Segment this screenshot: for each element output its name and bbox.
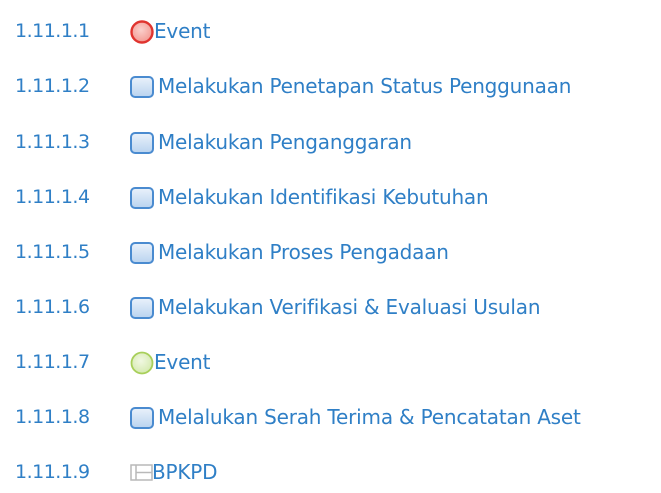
list-item[interactable]: 1.11.1.7 Event (0, 343, 661, 383)
item-label: Melakukan Verifikasi & Evaluasi Usulan (158, 295, 541, 319)
list-item[interactable]: 1.11.1.8 Melalukan Serah Terima & Pencat… (0, 398, 661, 438)
item-number: 1.11.1.3 (15, 131, 90, 153)
list-item[interactable]: 1.11.1.3 Melakukan Penganggaran (0, 123, 661, 163)
outline-list: 1.11.1.1 Event 1.11.1.2 Melakukan Peneta… (0, 0, 661, 487)
item-number: 1.11.1.4 (15, 186, 90, 208)
item-number: 1.11.1.7 (15, 351, 90, 373)
end-event-icon (129, 350, 155, 376)
item-label: Melalukan Serah Terima & Pencatatan Aset (158, 405, 581, 429)
item-label: Melakukan Proses Pengadaan (158, 240, 449, 264)
item-label: Event (154, 350, 211, 374)
task-icon (129, 130, 155, 156)
item-label: Event (154, 19, 211, 43)
list-item[interactable]: 1.11.1.5 Melakukan Proses Pengadaan (0, 233, 661, 273)
item-number: 1.11.1.5 (15, 241, 90, 263)
list-item[interactable]: 1.11.1.9 BPKPD (0, 453, 661, 493)
item-number: 1.11.1.9 (15, 461, 90, 483)
list-item[interactable]: 1.11.1.1 Event (0, 12, 661, 52)
list-item[interactable]: 1.11.1.2 Melakukan Penetapan Status Peng… (0, 67, 661, 107)
task-icon (129, 240, 155, 266)
start-event-icon (129, 19, 155, 45)
item-label: Melakukan Penganggaran (158, 130, 412, 154)
task-icon (129, 295, 155, 321)
list-item[interactable]: 1.11.1.4 Melakukan Identifikasi Kebutuha… (0, 178, 661, 218)
item-label: Melakukan Identifikasi Kebutuhan (158, 185, 489, 209)
list-item[interactable]: 1.11.1.6 Melakukan Verifikasi & Evaluasi… (0, 288, 661, 328)
item-label: Melakukan Penetapan Status Penggunaan (158, 74, 572, 98)
task-icon (129, 74, 155, 100)
item-number: 1.11.1.1 (15, 20, 90, 42)
task-icon (129, 185, 155, 211)
item-number: 1.11.1.6 (15, 296, 90, 318)
item-number: 1.11.1.8 (15, 406, 90, 428)
item-label: BPKPD (152, 460, 218, 484)
item-number: 1.11.1.2 (15, 75, 90, 97)
task-icon (129, 405, 155, 431)
